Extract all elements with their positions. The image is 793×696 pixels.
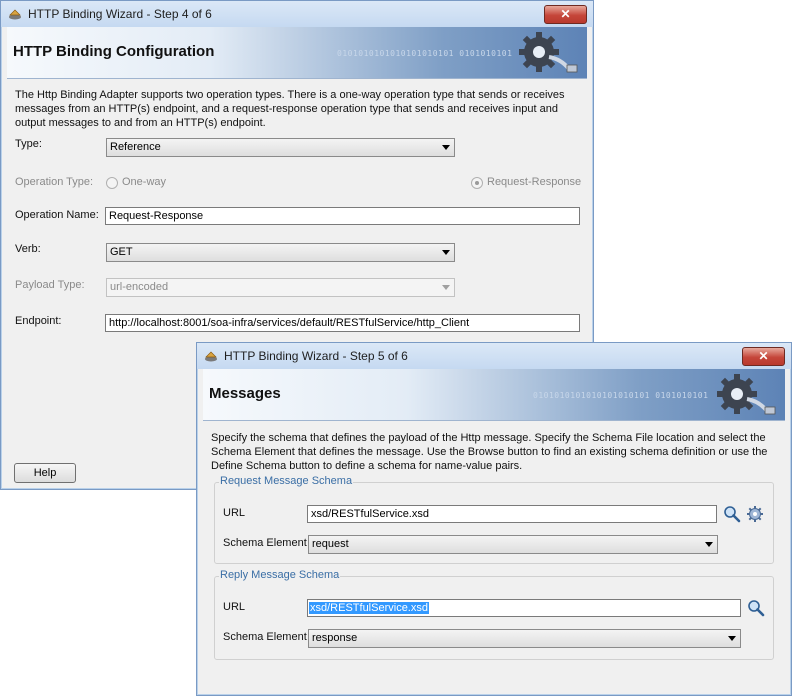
request-url-input[interactable]: xsd/RESTfulService.xsd (307, 505, 717, 523)
reply-url-input[interactable]: xsd/RESTfulService.xsd (307, 599, 741, 617)
reply-schema-element-value: response (312, 632, 358, 644)
help-button[interactable]: Help (14, 463, 76, 483)
chevron-down-icon (442, 145, 450, 150)
request-message-schema-group: Request Message Schema URL xsd/RESTfulSe… (214, 475, 774, 564)
chevron-down-icon (728, 636, 736, 641)
request-schema-element-value: request (312, 538, 349, 550)
request-schema-element-select[interactable]: request (308, 535, 718, 554)
gear-banner-icon (717, 374, 776, 415)
request-group-title: Request Message Schema (219, 475, 354, 487)
step5-description: Specify the schema that defines the payl… (211, 432, 768, 472)
operation-type-label: Operation Type: (15, 176, 94, 188)
type-value: Reference (110, 141, 161, 153)
verb-label: Verb: (15, 243, 41, 255)
step4-close-button[interactable]: ✕ (544, 5, 587, 24)
browse-search-icon[interactable] (723, 505, 741, 523)
endpoint-input[interactable]: http://localhost:8001/soa-infra/services… (105, 314, 580, 332)
step4-title-bar[interactable]: HTTP Binding Wizard - Step 4 of 6 ✕ (1, 1, 593, 27)
step4-banner: HTTP Binding Configuration 0101010101010… (7, 27, 587, 79)
one-way-radio[interactable] (106, 177, 118, 189)
operation-name-input[interactable]: Request-Response (105, 207, 580, 225)
step5-close-button[interactable]: ✕ (742, 347, 785, 366)
step4-title: HTTP Binding Wizard - Step 4 of 6 (28, 7, 212, 21)
verb-select[interactable]: GET (106, 243, 455, 262)
wizard-window-icon (9, 9, 21, 20)
step5-banner-title: Messages (209, 385, 281, 402)
reply-url-label: URL (223, 601, 246, 613)
banner-binary-text: 0101010101010101010101 0101010101 (337, 49, 513, 58)
endpoint-label: Endpoint: (15, 315, 62, 327)
close-icon: ✕ (560, 7, 571, 21)
type-label: Type: (15, 138, 42, 150)
reply-schema-element-label: Schema Element (223, 631, 307, 643)
request-response-radio[interactable] (471, 177, 483, 189)
reply-url-value: xsd/RESTfulService.xsd (309, 602, 429, 614)
verb-value: GET (110, 246, 133, 258)
reply-schema-element-select[interactable]: response (308, 629, 741, 648)
define-schema-gear-icon[interactable] (746, 505, 764, 523)
banner-binary-text: 0101010101010101010101 0101010101 (533, 391, 709, 400)
close-icon: ✕ (758, 349, 769, 363)
operation-name-value: Request-Response (109, 210, 204, 222)
request-url-label: URL (223, 507, 246, 519)
request-url-value: xsd/RESTfulService.xsd (311, 508, 429, 520)
payload-type-label: Payload Type: (15, 279, 85, 291)
payload-type-select: url-encoded (106, 278, 455, 297)
step5-title-bar[interactable]: HTTP Binding Wizard - Step 5 of 6 ✕ (197, 343, 791, 369)
help-label: Help (33, 467, 57, 479)
browse-search-icon[interactable] (747, 599, 765, 617)
chevron-down-icon (442, 285, 450, 290)
reply-message-schema-group: Reply Message Schema URL xsd/RESTfulServ… (214, 569, 774, 660)
step4-banner-title: HTTP Binding Configuration (13, 43, 215, 60)
request-schema-element-label: Schema Element (223, 537, 307, 549)
request-response-label: Request-Response (487, 176, 582, 188)
reply-group-title: Reply Message Schema (219, 569, 341, 581)
type-select[interactable]: Reference (106, 138, 455, 157)
step5-banner: Messages 0101010101010101010101 01010101… (203, 369, 785, 421)
chevron-down-icon (442, 250, 450, 255)
one-way-label: One-way (122, 176, 167, 188)
chevron-down-icon (705, 542, 713, 547)
wizard-window-icon (205, 351, 217, 362)
wizard-step5-window: HTTP Binding Wizard - Step 5 of 6 ✕ Mess… (196, 342, 792, 696)
payload-type-value: url-encoded (110, 281, 169, 293)
step5-title: HTTP Binding Wizard - Step 5 of 6 (224, 349, 408, 363)
operation-name-label: Operation Name: (15, 209, 99, 221)
gear-banner-icon (519, 32, 578, 73)
step4-description: The Http Binding Adapter supports two op… (15, 89, 565, 129)
endpoint-value: http://localhost:8001/soa-infra/services… (109, 317, 470, 329)
